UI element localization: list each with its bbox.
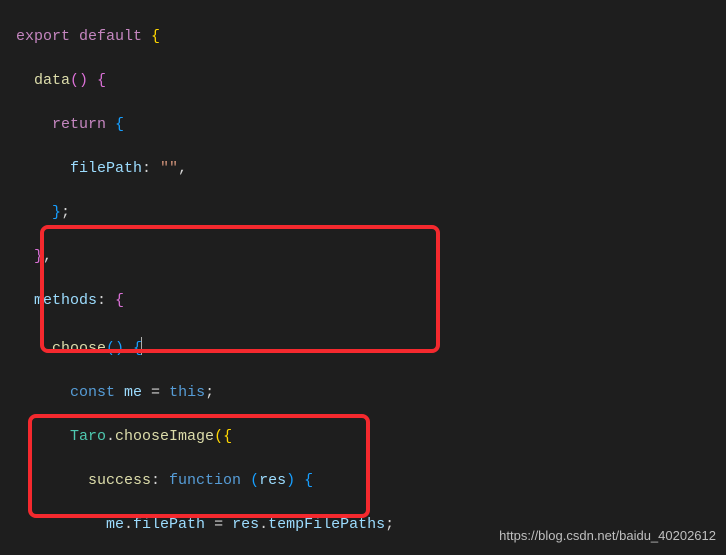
code-line: const me = this; [16, 382, 724, 404]
code-editor-view: export default { data() { return { fileP… [0, 0, 726, 555]
watermark-text: https://blog.csdn.net/baidu_40202612 [499, 525, 716, 547]
code-line: success: function (res) { [16, 470, 724, 492]
code-line: Taro.chooseImage({ [16, 426, 724, 448]
text-cursor [141, 337, 142, 355]
code-line: export default { [16, 26, 724, 48]
code-line: choose() { [16, 334, 724, 360]
code-line: methods: { [16, 290, 724, 312]
code-line: }, [16, 246, 724, 268]
code-line: }; [16, 202, 724, 224]
code-line: data() { [16, 70, 724, 92]
code-line: return { [16, 114, 724, 136]
code-line: filePath: "", [16, 158, 724, 180]
